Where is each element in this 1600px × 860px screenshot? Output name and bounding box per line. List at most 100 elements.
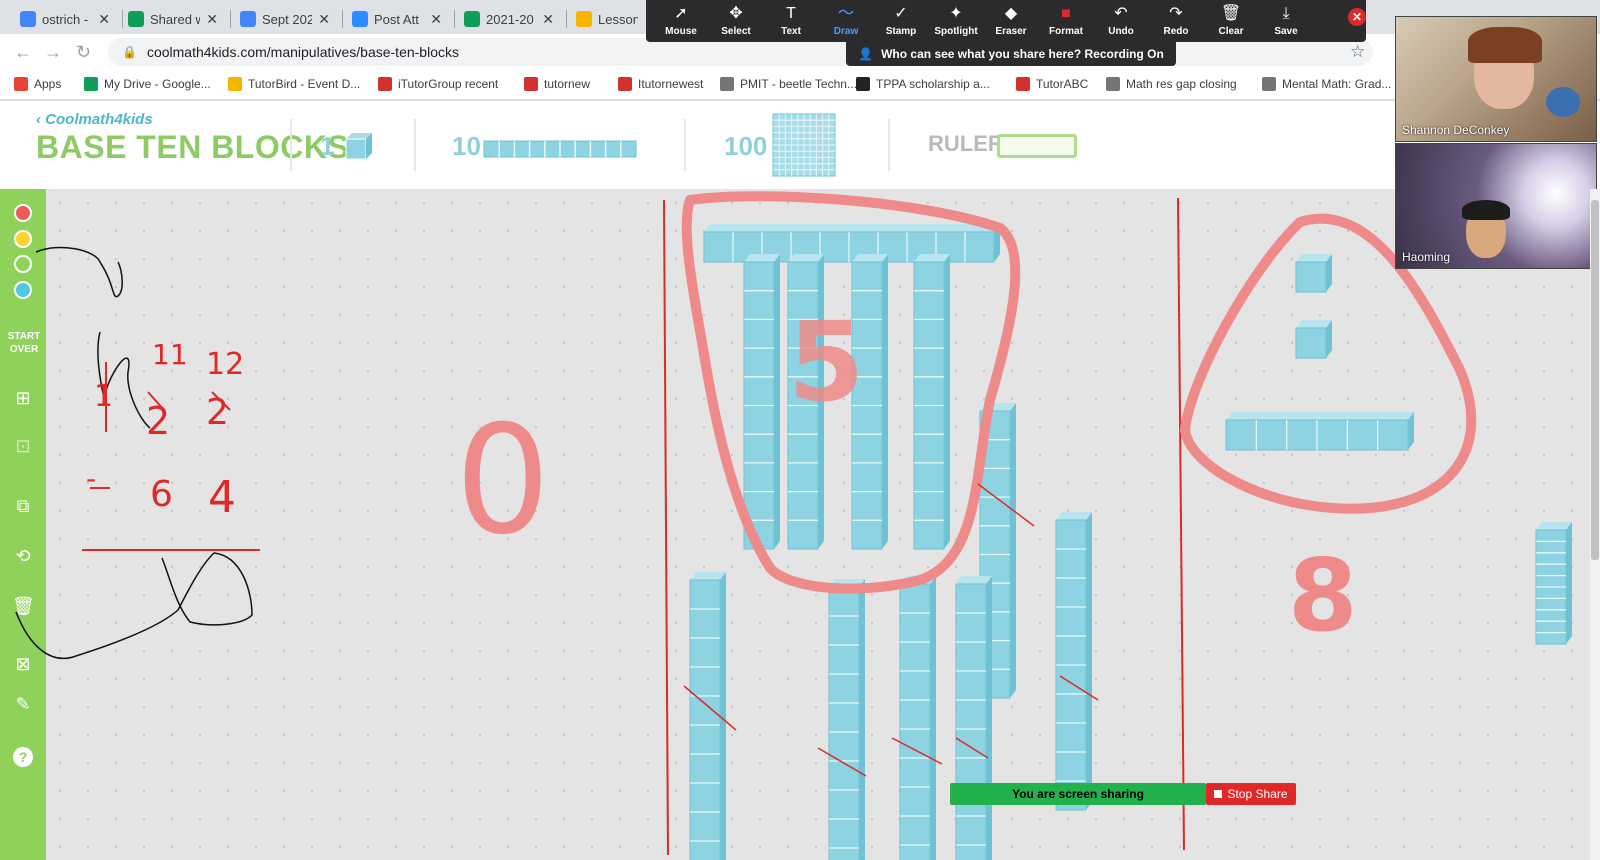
workspace-canvas[interactable] (46, 189, 1600, 860)
bookmark-item[interactable]: My Drive - Google... (84, 77, 211, 91)
bookmark-item[interactable]: Math res gap closing (1106, 77, 1237, 91)
bookmark-item[interactable]: PMIT - beetle Techn... (720, 77, 857, 91)
zoom-tool-label: Select (721, 26, 751, 37)
zoom-tool-format[interactable]: ■ Format (1039, 4, 1093, 37)
zoom-tool-label: Format (1049, 26, 1083, 37)
coolmath-back-link[interactable]: ‹ Coolmath4kids (36, 111, 153, 128)
block-label-1: 1 (320, 131, 335, 161)
address-bar[interactable]: 🔒 coolmath4kids.com/manipulatives/base-t… (108, 38, 1373, 66)
divider (684, 119, 686, 171)
start-over-button[interactable]: START OVER (2, 330, 46, 356)
bookmark-item[interactable]: TutorBird - Event D... (228, 77, 360, 91)
zoom-tool-spotlight[interactable]: ✦ Spotlight (929, 4, 983, 37)
tppa-icon (856, 77, 870, 91)
ruler-button[interactable] (997, 134, 1077, 158)
reload-icon[interactable]: ↻ (76, 42, 91, 63)
zoom-tool-eraser[interactable]: ◆ Eraser (984, 4, 1038, 37)
zoom-tool-select[interactable]: ✥ Select (709, 4, 763, 37)
browser-tab[interactable]: ostrich - ✕ (12, 4, 118, 34)
close-tab-icon[interactable]: ✕ (318, 11, 330, 28)
stop-share-button[interactable]: Stop Share (1206, 783, 1296, 805)
close-tab-icon[interactable]: ✕ (206, 11, 218, 28)
zoom-tool-label: Stamp (885, 26, 917, 37)
tab-title: Shared w (150, 11, 201, 27)
divider (888, 119, 890, 171)
bookmark-item[interactable]: TPPA scholarship a... (856, 77, 990, 91)
ten-rod-button[interactable] (482, 137, 642, 161)
video-panel-shannon[interactable]: Shannon DeConkey (1395, 16, 1597, 142)
apps-grid-icon (14, 77, 28, 91)
video-panel-haoming[interactable]: Haoming (1395, 143, 1597, 269)
block-label-100: 100 (724, 131, 768, 161)
itutor-icon (1016, 77, 1030, 91)
zoom-annotation-toolbar: ➚ Mouse ✥ Select T Text 〜 Draw ✓ Stamp ✦ Spotlight ◆… (646, 0, 1366, 42)
bookmark-item[interactable]: Apps (14, 77, 61, 91)
tutorbird-icon (228, 77, 242, 91)
tab-title: 2021-20 (486, 11, 534, 27)
bookmark-star-icon[interactable]: ☆ (1350, 42, 1365, 62)
bookmarks-bar: Apps My Drive - Google... TutorBird - Even… (0, 70, 1600, 100)
bookmark-item[interactable]: Itutornewest (618, 77, 703, 91)
zoom-tool-label: Clear (1218, 26, 1244, 37)
zoom-tool-label: Spotlight (934, 26, 978, 37)
regroup-icon[interactable]: ⧉ (12, 495, 34, 517)
scrollbar-thumb[interactable] (1591, 200, 1599, 560)
bookmark-label: TutorBird - Event D... (248, 77, 361, 91)
browser-tab[interactable]: Sept 202 ✕ (232, 4, 338, 34)
app-title: BASE TEN BLOCKS (36, 129, 350, 165)
close-tab-icon[interactable]: ✕ (542, 11, 554, 28)
screen: ostrich - ✕ Shared w ✕ Sept 202 ✕ Post Att ✕ 202… (0, 0, 1600, 860)
user-icon: 👤 (858, 47, 874, 61)
unit-block-button[interactable] (342, 131, 374, 161)
pencil-icon[interactable]: ✎ (12, 693, 34, 715)
browser-tab[interactable]: 2021-20 ✕ (456, 4, 562, 34)
pen-color-yellow[interactable] (14, 230, 32, 248)
zoom-tool-clear[interactable]: 🗑 Clear (1204, 4, 1258, 37)
bookmark-item[interactable]: Mental Math: Grad... (1262, 77, 1391, 91)
google-drive-icon (128, 11, 144, 27)
browser-tab[interactable]: Post Att ✕ (344, 4, 450, 34)
google-sheets-icon (464, 11, 480, 27)
globe-icon (1106, 77, 1120, 91)
recording-notice[interactable]: 👤 Who can see what you share here? Recor… (846, 42, 1176, 66)
rotate-icon[interactable]: ⟲ (12, 545, 34, 567)
break-blocks-icon[interactable]: ⊡ (12, 435, 34, 457)
bookmark-label: Mental Math: Grad... (1282, 77, 1392, 91)
block-label-10: 10 (452, 131, 481, 161)
participant-background-object (1546, 87, 1580, 117)
bookmark-item[interactable]: TutorABC (1016, 77, 1088, 91)
zoom-tool-text[interactable]: T Text (764, 4, 818, 37)
tab-separator (342, 10, 343, 28)
close-toolbar-icon[interactable]: ✕ (1348, 8, 1366, 26)
eraser-icon: ◆ (1004, 5, 1018, 22)
hundred-flat-button[interactable] (772, 113, 838, 179)
close-tab-icon[interactable]: ✕ (430, 11, 442, 28)
trash-icon[interactable]: 🗑 (12, 595, 35, 617)
group-blocks-icon[interactable]: ⊞ (12, 387, 34, 409)
recording-notice-text: Who can see what you share here? Recordi… (881, 47, 1164, 61)
zoom-tool-draw[interactable]: 〜 Draw (819, 4, 873, 37)
back-arrow-icon[interactable]: ← (14, 42, 32, 63)
tab-separator (230, 10, 231, 28)
close-tab-icon[interactable]: ✕ (98, 11, 110, 28)
tab-title: Post Att (374, 11, 419, 27)
zoom-tool-redo[interactable]: ↷ Redo (1149, 4, 1203, 37)
browser-tab[interactable]: Shared w ✕ (120, 4, 226, 34)
zoom-tool-undo[interactable]: ↶ Undo (1094, 4, 1148, 37)
zoom-tool-save[interactable]: ⤓ Save (1259, 4, 1313, 37)
screen-share-status[interactable]: You are screen sharing (950, 783, 1206, 805)
pen-color-green[interactable] (14, 255, 32, 273)
bookmark-item[interactable]: iTutorGroup recent (378, 77, 498, 91)
undo-icon: ↶ (1114, 5, 1128, 22)
lock-icon: 🔒 (122, 45, 137, 59)
help-icon[interactable]: ? (13, 747, 33, 767)
zoom-tool-stamp[interactable]: ✓ Stamp (874, 4, 928, 37)
pen-color-red[interactable] (14, 204, 32, 222)
zoom-tool-mouse[interactable]: ➚ Mouse (654, 4, 708, 37)
bookmark-item[interactable]: tutornew (524, 77, 590, 91)
forward-arrow-icon[interactable]: → (44, 42, 62, 63)
zoom-tool-label: Mouse (665, 26, 697, 37)
calculator-icon[interactable]: ⊠ (12, 653, 34, 675)
pen-color-blue[interactable] (14, 281, 32, 299)
browser-tab[interactable]: Lessons (568, 4, 646, 34)
